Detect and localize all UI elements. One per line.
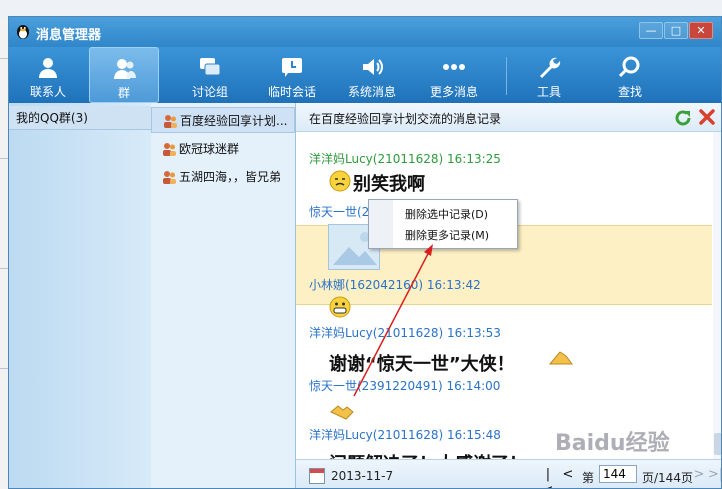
- annotation-arrow: [353, 244, 433, 397]
- watermark: Baidu经验: [555, 431, 670, 456]
